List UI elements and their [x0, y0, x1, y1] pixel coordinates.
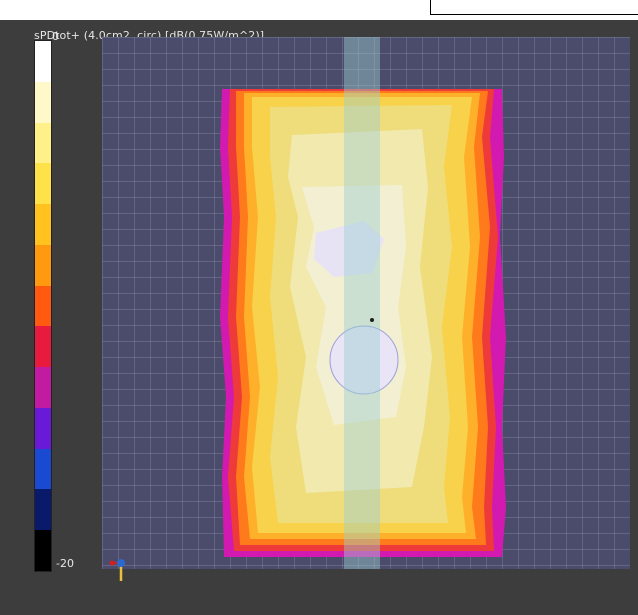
heatmap — [220, 37, 506, 569]
colorbar-segment — [35, 163, 51, 205]
colorbar-segment — [35, 407, 51, 449]
colorbar-segment — [35, 326, 51, 368]
colorbar-segment — [35, 367, 51, 408]
colorbar-max-label: 0 — [52, 30, 59, 43]
feed-point — [370, 318, 374, 322]
corner-frame — [430, 0, 638, 15]
colorbar-segment — [35, 204, 51, 245]
colorbar-segment — [35, 530, 51, 571]
plot-area[interactable] — [102, 37, 630, 569]
colorbar-segment — [35, 448, 51, 490]
colorbar-segment — [35, 489, 51, 531]
axes-triad-icon[interactable] — [108, 553, 134, 583]
colorbar-segment — [35, 81, 51, 123]
dielectric-strip — [344, 37, 380, 569]
colorbar-segment — [35, 41, 51, 82]
colorbar-segment — [35, 244, 51, 286]
colorbar-segment — [35, 285, 51, 327]
colorbar — [34, 40, 52, 572]
colorbar-segment — [35, 122, 51, 164]
colorbar-min-label: -20 — [56, 557, 74, 570]
